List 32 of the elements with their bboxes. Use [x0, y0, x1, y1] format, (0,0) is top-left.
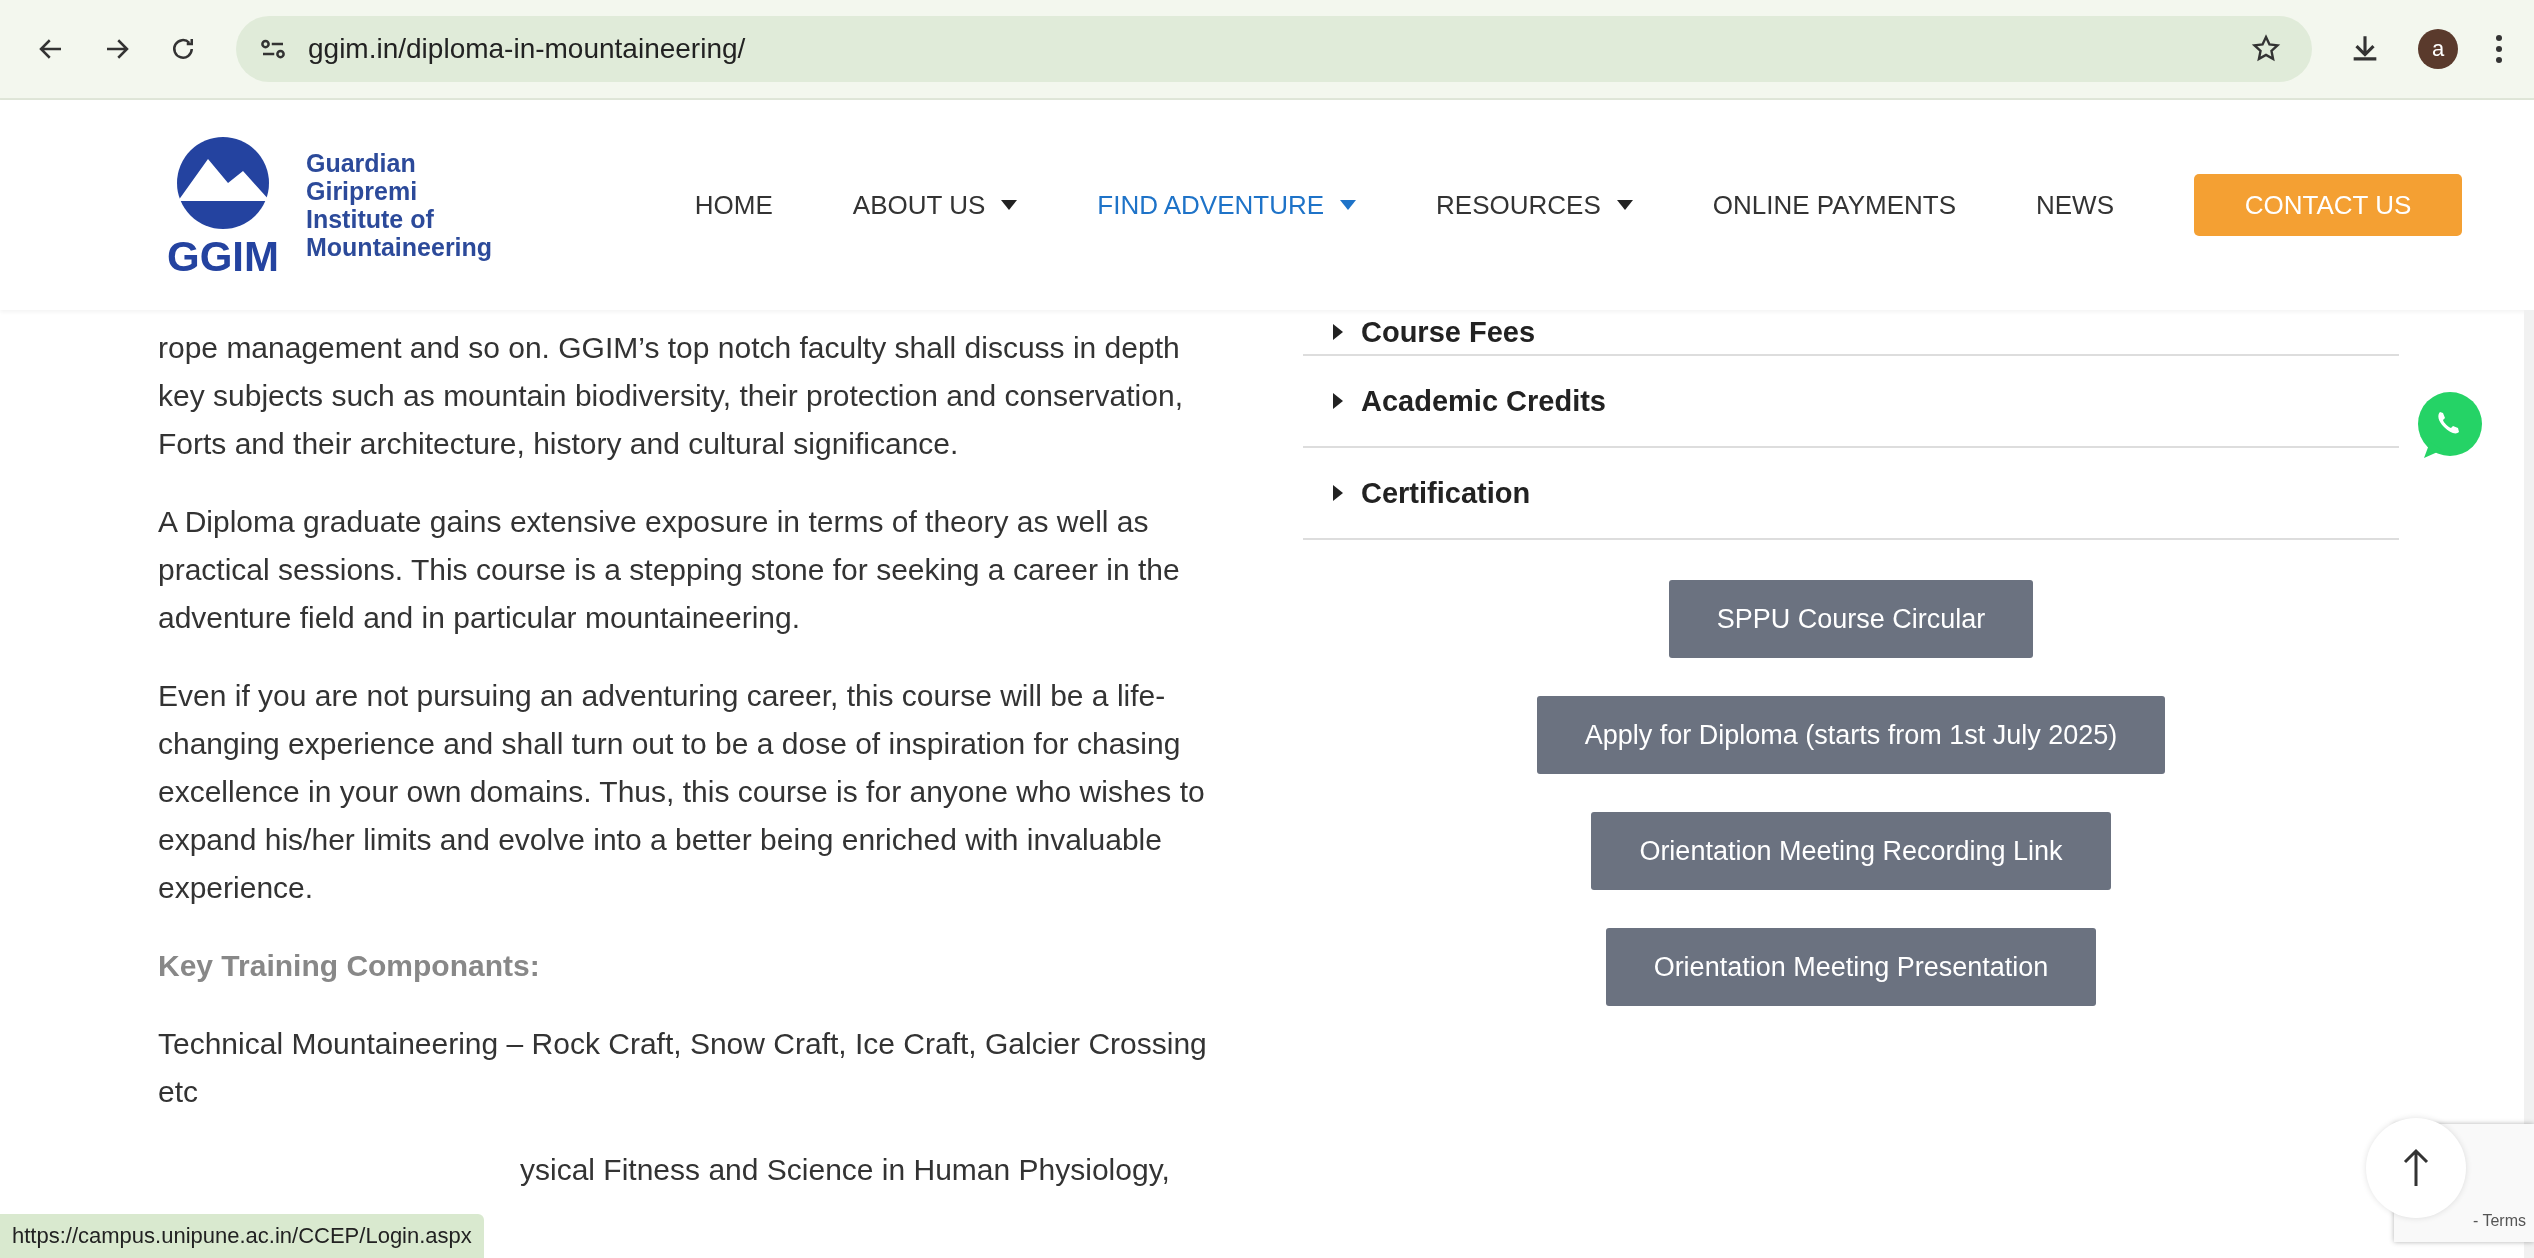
paragraph: Even if you are not pursuing an adventuring career, this course will be a life-changing experience and shall turn out to be a dose of inspiration for chasing excellence in your own domains. Thus, this course is for anyone who wishes to expand his/her limits and evolve into a better being enriched with invaluable experience.	[158, 678, 1206, 906]
scroll-top-button[interactable]	[2366, 1118, 2466, 1218]
nav-link[interactable]: NEWS	[2036, 189, 2114, 221]
paragraph: ysical Fitness and Science in Human Physiology,	[519, 1152, 1171, 1188]
link-button[interactable]: Orientation Meeting Presentation	[1605, 928, 2097, 1006]
address-bar[interactable]: ggim.in/diploma-in-mountaineering/	[236, 16, 2312, 82]
caret-icon	[1333, 324, 1343, 340]
paragraph: Technical Mountaineering – Rock Craft, Snow Craft, Ice Craft, Galcier Crossing etc	[158, 1026, 1208, 1110]
nav-link[interactable]: ONLINE PAYMENTS	[1712, 189, 1956, 221]
logo-drawing[interactable]: GGIM	[148, 135, 298, 275]
link-button[interactable]: Apply for Diploma (starts from 1st July 2025)	[1536, 696, 2166, 774]
link-button[interactable]: Orientation Meeting Recording Link	[1591, 812, 2111, 890]
nav-link[interactable]: FIND ADVENTURE	[1097, 189, 1357, 221]
status-bar-url: https://campus.unipune.ac.in/CCEP/Login.aspx	[0, 1214, 484, 1258]
link-button[interactable]: SPPU Course Circular	[1668, 580, 2034, 658]
menu-icon[interactable]	[2494, 34, 2504, 64]
recaptcha-link[interactable]: - Terms	[2472, 1212, 2526, 1230]
url-text: ggim.in/diploma-in-mountaineering/	[308, 33, 747, 65]
section-heading: Key Training Componants:	[158, 948, 541, 984]
nav-link[interactable]: ABOUT US	[852, 189, 1018, 221]
profile-avatar[interactable]: a	[2418, 29, 2458, 69]
accordion-item[interactable]: Course Fees	[1303, 310, 2399, 356]
paragraph: A Diploma graduate gains extensive exposure in terms of theory as well as practical sessions. This course is a stepping stone for seeking a career in the adventure field and in particular mountaineering.	[158, 504, 1181, 636]
nav-link[interactable]: RESOURCES	[1436, 189, 1633, 221]
arrow-up-icon	[2401, 1148, 2431, 1188]
caret-icon	[1333, 485, 1343, 501]
caret-icon	[1333, 393, 1343, 409]
logo-text: Guardian Giripremi Institute of Mountaineering	[306, 149, 493, 261]
nav-link[interactable]: HOME	[694, 189, 773, 221]
paragraph: rope management and so on. GGIM’s top notch faculty shall discuss in depth key subjects such as mountain biodiversity, their protection and conservation, Forts and their architecture, history and cultural significance.	[158, 330, 1184, 462]
accordion-item[interactable]: Certification	[1303, 448, 2399, 540]
accordion-item[interactable]: Academic Credits	[1303, 356, 2399, 448]
